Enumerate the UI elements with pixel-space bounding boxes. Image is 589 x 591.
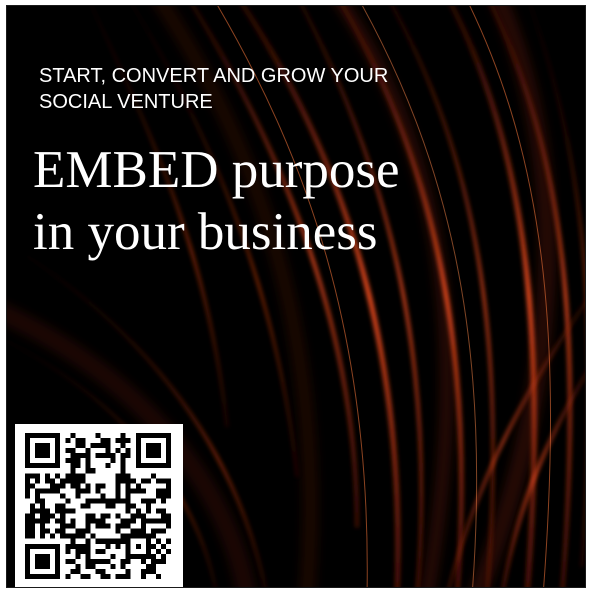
subtitle-line-1: START, CONVERT AND GROW YOUR [39, 65, 389, 87]
subtitle-line-2: SOCIAL VENTURE [39, 91, 213, 113]
headline-line-1: EMBED purpose [33, 141, 400, 199]
promo-poster: START, CONVERT AND GROW YOUR SOCIAL VENT… [6, 5, 586, 588]
qr-code-container[interactable] [15, 424, 183, 587]
qr-code-icon[interactable] [25, 433, 171, 579]
subtitle: START, CONVERT AND GROW YOUR SOCIAL VENT… [39, 63, 519, 115]
headline-line-2: in your business [33, 203, 378, 261]
headline: EMBED purpose in your business [33, 139, 553, 263]
